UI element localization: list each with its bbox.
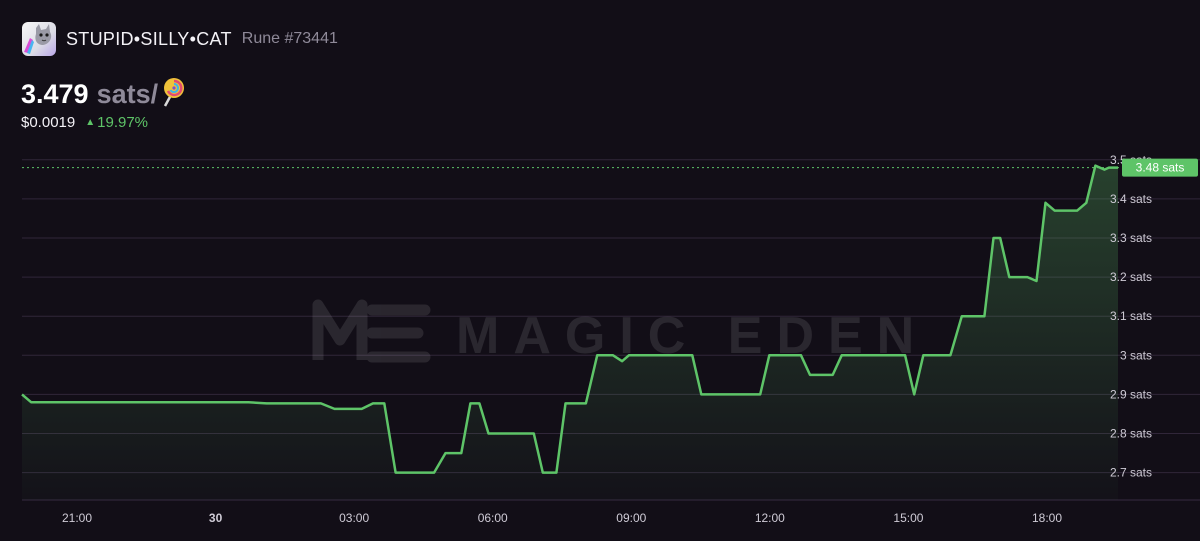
x-axis: 21:00 30 03:00 06:00 09:00 12:00 15:00 18:00 bbox=[62, 511, 1062, 525]
y-tick-label: 3.1 sats bbox=[1110, 309, 1152, 323]
current-price-marker: 3.48 sats bbox=[22, 158, 1198, 177]
x-tick-label: 15:00 bbox=[893, 511, 923, 525]
y-tick-label: 2.8 sats bbox=[1110, 427, 1152, 441]
price-sub-row: $0.0019 ▲ 19.97% bbox=[21, 114, 148, 131]
token-header: STUPID•SILLY•CAT Rune #73441 bbox=[22, 22, 338, 56]
y-axis: 3.5 sats3.4 sats3.3 sats3.2 sats3.1 sats… bbox=[1110, 153, 1152, 480]
x-tick-label: 12:00 bbox=[755, 511, 785, 525]
x-tick-label: 06:00 bbox=[478, 511, 508, 525]
magic-eden-logo-icon bbox=[312, 299, 431, 363]
usd-price: $0.0019 bbox=[21, 114, 76, 131]
price-chart[interactable]: MAGIC EDEN 3.5 sats3.4 sats3.3 sats3.2 s… bbox=[0, 150, 1200, 541]
y-tick-label: 3.3 sats bbox=[1110, 231, 1152, 245]
price-change-value: 19.97% bbox=[97, 114, 149, 131]
y-tick-label: 3.2 sats bbox=[1110, 270, 1152, 284]
price-unit: sats/ bbox=[96, 79, 159, 109]
watermark: MAGIC EDEN bbox=[312, 299, 914, 365]
x-tick-label: 21:00 bbox=[62, 511, 92, 525]
x-tick-label: 18:00 bbox=[1032, 511, 1062, 525]
current-price-label: 3.48 sats bbox=[1136, 161, 1185, 175]
y-tick-label: 3.4 sats bbox=[1110, 192, 1152, 206]
price-change: ▲ 19.97% bbox=[85, 114, 148, 131]
lollipop-icon bbox=[160, 77, 186, 112]
cat-token-icon bbox=[22, 22, 56, 56]
x-tick-label: 03:00 bbox=[339, 511, 369, 525]
y-tick-label: 2.7 sats bbox=[1110, 466, 1152, 480]
y-tick-label: 2.9 sats bbox=[1110, 387, 1152, 401]
token-name: STUPID•SILLY•CAT bbox=[66, 28, 232, 49]
y-tick-label: 3 sats bbox=[1120, 348, 1152, 362]
x-tick-label: 09:00 bbox=[616, 511, 646, 525]
price-row: 3.479 sats/ bbox=[21, 77, 186, 112]
x-tick-label: 30 bbox=[209, 511, 223, 525]
up-triangle-icon: ▲ bbox=[85, 117, 96, 128]
rune-id: Rune #73441 bbox=[241, 30, 338, 47]
price-value: 3.479 bbox=[21, 79, 89, 109]
